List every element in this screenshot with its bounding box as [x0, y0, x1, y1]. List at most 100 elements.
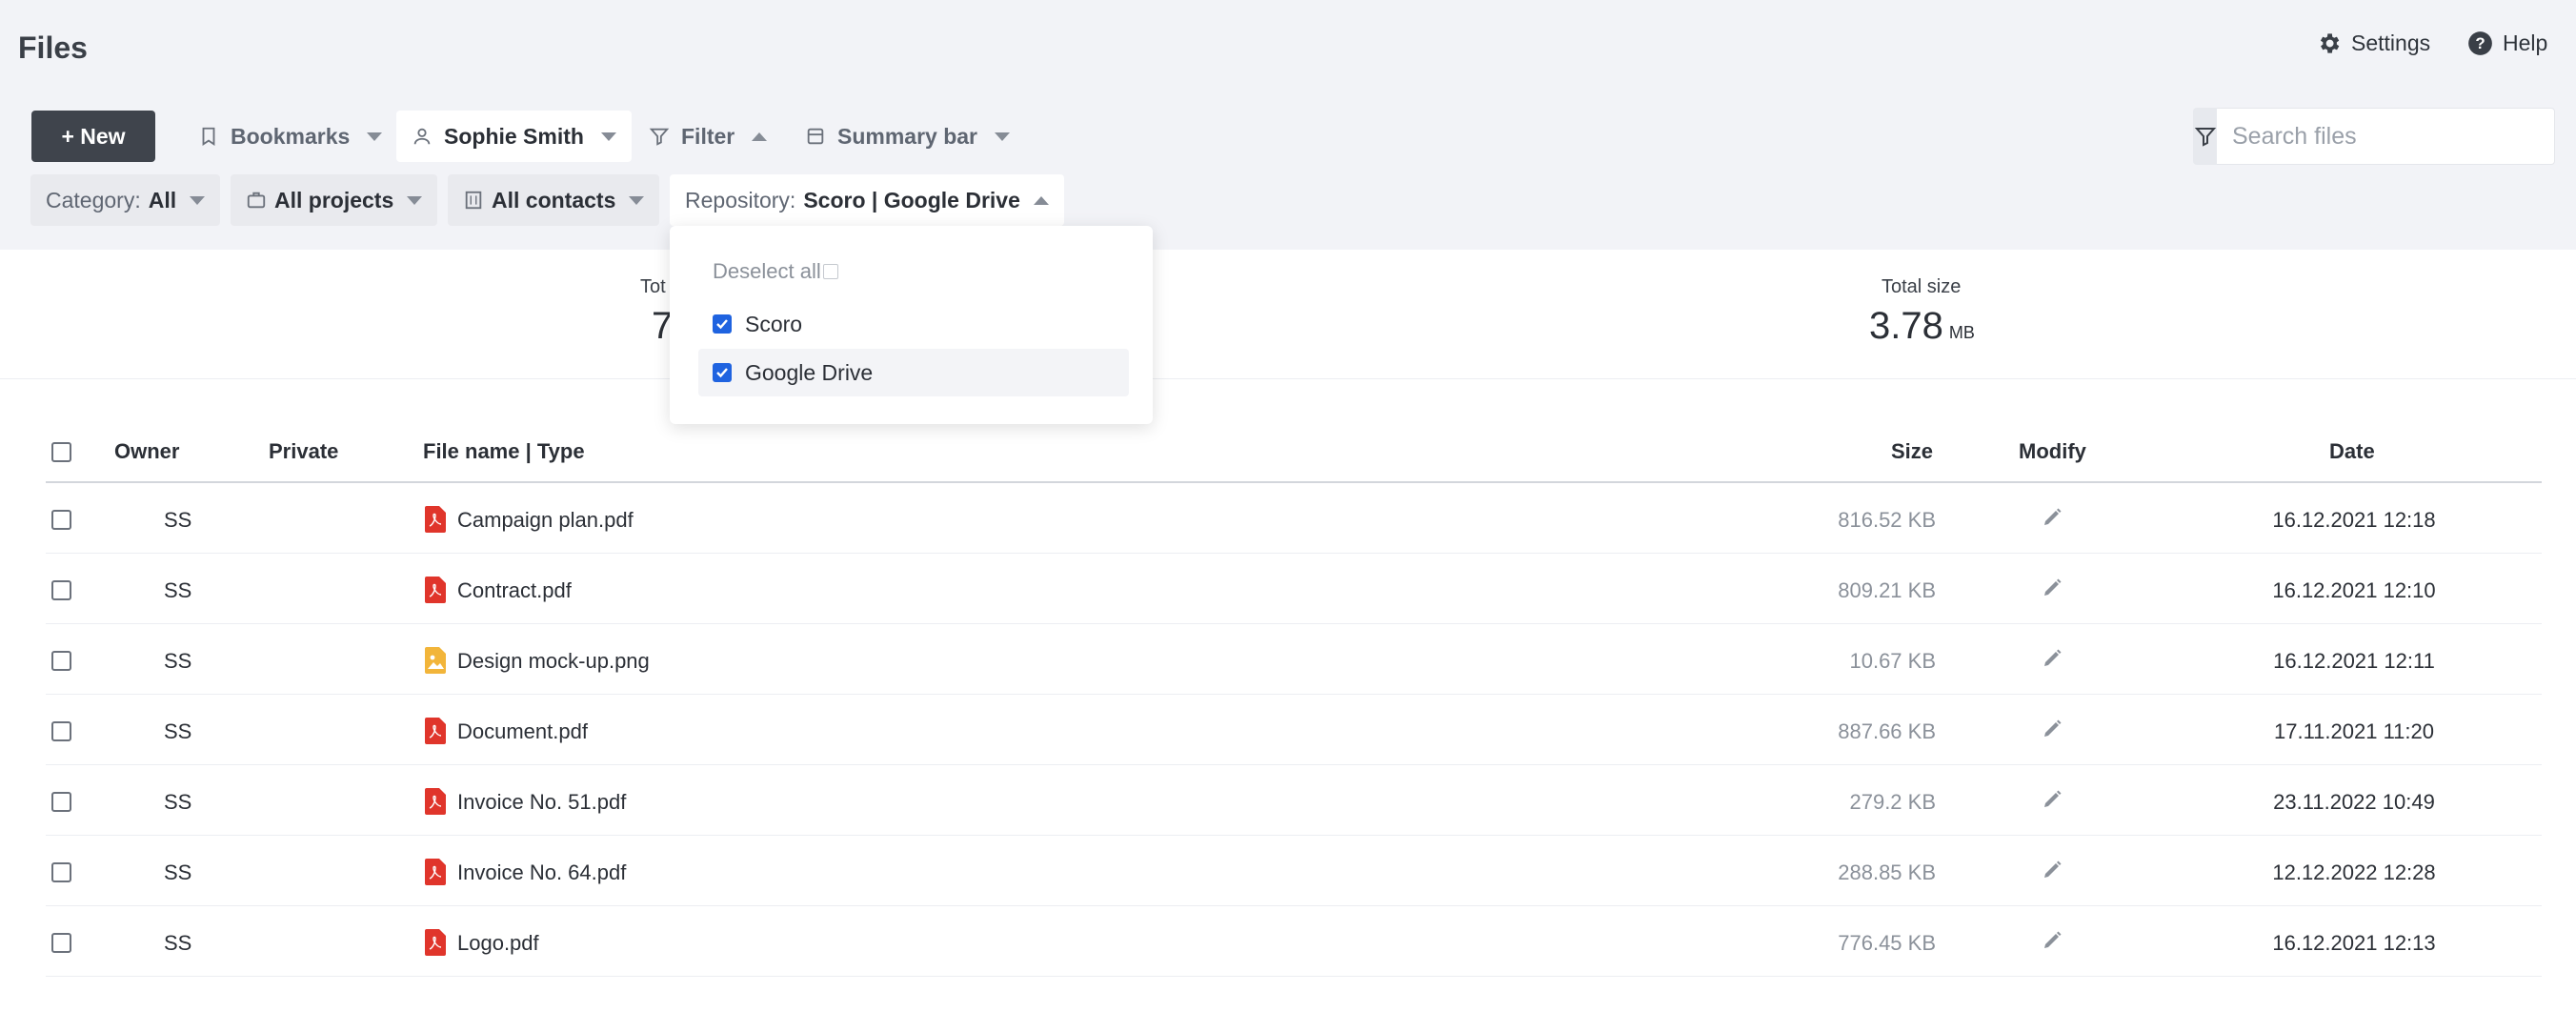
- chevron-down-icon: [190, 195, 206, 205]
- total-size-label: Total size: [1882, 276, 1962, 297]
- new-button[interactable]: + New: [31, 111, 155, 162]
- pencil-icon[interactable]: [2041, 859, 2063, 881]
- table-row[interactable]: SS Invoice No. 64.pdf 288.85 KB 12.12.2022 …: [46, 836, 2542, 906]
- deselect-all-label: Deselect all: [713, 259, 821, 283]
- size-cell: 776.45 KB: [1838, 931, 1936, 955]
- help-icon: ?: [2468, 31, 2492, 55]
- table-row[interactable]: SS Logo.pdf 776.45 KB 16.12.2021 12:13: [46, 906, 2542, 977]
- date-cell: 16.12.2021 12:10: [2272, 578, 2436, 602]
- column-size[interactable]: Size: [1891, 439, 1933, 464]
- image-file-icon: [425, 647, 446, 674]
- pencil-icon[interactable]: [2041, 577, 2063, 599]
- file-name-link[interactable]: Invoice No. 51.pdf: [457, 790, 626, 815]
- pdf-file-icon: [425, 788, 446, 815]
- search-input[interactable]: [2217, 108, 2555, 165]
- date-cell: 12.12.2022 12:28: [2272, 860, 2436, 884]
- chevron-down-icon: [367, 132, 383, 141]
- chevron-down-icon: [407, 195, 423, 205]
- checkbox-checked[interactable]: [713, 363, 732, 382]
- help-link[interactable]: ? Help: [2467, 30, 2547, 56]
- date-cell: 16.12.2021 12:18: [2272, 508, 2436, 532]
- deselect-all-checkbox[interactable]: [822, 264, 838, 279]
- settings-label: Settings: [2351, 30, 2431, 55]
- total-size-unit: MB: [1948, 323, 1975, 342]
- table-header: Owner Private File name | Type Size Modi…: [46, 424, 2542, 483]
- pdf-file-icon: [425, 506, 446, 533]
- owner-cell: SS: [164, 649, 192, 673]
- pencil-icon[interactable]: [2041, 788, 2063, 811]
- search-filter-button[interactable]: [2193, 108, 2217, 165]
- pencil-icon[interactable]: [2041, 718, 2063, 740]
- owner-cell: SS: [164, 508, 192, 532]
- total-size-number: 3.78: [1869, 305, 1943, 347]
- repository-option-scoro[interactable]: Scoro: [698, 300, 1129, 348]
- chevron-up-icon: [1033, 195, 1049, 205]
- repository-option-google-drive[interactable]: Google Drive: [698, 349, 1129, 396]
- owner-cell: SS: [164, 931, 192, 955]
- bookmarks-dropdown[interactable]: Bookmarks: [183, 111, 397, 162]
- file-name-link[interactable]: Design mock-up.png: [457, 649, 650, 674]
- repository-filter[interactable]: Repository: Scoro | Google Drive: [670, 174, 1064, 226]
- repository-dropdown: Deselect all Scoro Google Drive: [670, 226, 1153, 424]
- pdf-file-icon: [425, 929, 446, 956]
- column-modify[interactable]: Modify: [2019, 439, 2086, 464]
- column-owner[interactable]: Owner: [114, 439, 179, 464]
- pdf-file-icon: [425, 859, 446, 885]
- contacts-filter[interactable]: All contacts: [448, 174, 660, 226]
- chevron-down-icon: [629, 195, 645, 205]
- file-name-link[interactable]: Document.pdf: [457, 719, 588, 744]
- row-checkbox[interactable]: [51, 510, 71, 530]
- briefcase-icon: [247, 192, 266, 209]
- pencil-icon[interactable]: [2041, 506, 2063, 529]
- filter-icon: [2194, 128, 2216, 147]
- owner-cell: SS: [164, 578, 192, 602]
- total-files-label: Tot: [640, 276, 666, 297]
- column-date[interactable]: Date: [2329, 439, 2375, 464]
- file-name-link[interactable]: Contract.pdf: [457, 578, 572, 603]
- date-cell: 23.11.2022 10:49: [2273, 790, 2435, 814]
- chevron-down-icon: [995, 132, 1011, 141]
- row-checkbox[interactable]: [51, 580, 71, 600]
- row-checkbox[interactable]: [51, 792, 71, 812]
- user-dropdown[interactable]: Sophie Smith: [396, 111, 632, 162]
- select-all-checkbox[interactable]: [51, 442, 71, 462]
- row-checkbox[interactable]: [51, 933, 71, 953]
- contacts-filter-label: All contacts: [492, 187, 616, 213]
- settings-link[interactable]: Settings: [2316, 30, 2430, 56]
- date-cell: 16.12.2021 12:13: [2272, 931, 2436, 955]
- repository-filter-prefix: Repository:: [685, 187, 796, 213]
- column-file-name[interactable]: File name | Type: [423, 439, 585, 464]
- date-cell: 16.12.2021 12:11: [2273, 649, 2435, 673]
- summary-bar-toggle[interactable]: Summary bar: [790, 111, 1025, 162]
- file-name-link[interactable]: Campaign plan.pdf: [457, 508, 634, 533]
- repository-option-label: Google Drive: [745, 359, 874, 385]
- filter-toggle[interactable]: Filter: [634, 111, 782, 162]
- pencil-icon[interactable]: [2041, 647, 2063, 670]
- size-cell: 279.2 KB: [1849, 790, 1936, 814]
- page-title: Files: [18, 30, 88, 65]
- category-filter[interactable]: Category: All: [30, 174, 221, 226]
- summary-bar: Tot 7 Total size 3.78 MB: [0, 250, 2576, 379]
- row-checkbox[interactable]: [51, 651, 71, 671]
- table-row[interactable]: SS Document.pdf 887.66 KB 17.11.2021 11:20: [46, 695, 2542, 765]
- gear-icon: [2320, 33, 2340, 53]
- row-checkbox[interactable]: [51, 862, 71, 882]
- filter-icon: [649, 128, 670, 146]
- bookmarks-label: Bookmarks: [231, 123, 351, 149]
- checkbox-checked[interactable]: [713, 314, 732, 334]
- file-name-link[interactable]: Logo.pdf: [457, 931, 539, 956]
- table-row[interactable]: SS Campaign plan.pdf 816.52 KB 16.12.2021 1…: [46, 483, 2542, 554]
- table-row[interactable]: SS Contract.pdf 809.21 KB 16.12.2021 12:10: [46, 554, 2542, 624]
- file-name-link[interactable]: Invoice No. 64.pdf: [457, 860, 626, 885]
- table-row[interactable]: SS Invoice No. 51.pdf 279.2 KB 23.11.2022 1…: [46, 765, 2542, 836]
- size-cell: 288.85 KB: [1838, 860, 1936, 884]
- repository-filter-value: Scoro | Google Drive: [803, 187, 1020, 213]
- deselect-all-button[interactable]: Deselect all: [713, 259, 838, 284]
- column-private[interactable]: Private: [269, 439, 338, 464]
- table-row[interactable]: SS Design mock-up.png 10.67 KB 16.12.2021 1…: [46, 624, 2542, 695]
- row-checkbox[interactable]: [51, 721, 71, 741]
- projects-filter[interactable]: All projects: [231, 174, 438, 226]
- pencil-icon[interactable]: [2041, 929, 2063, 952]
- check-icon: [716, 319, 728, 330]
- filter-label: Filter: [681, 123, 735, 149]
